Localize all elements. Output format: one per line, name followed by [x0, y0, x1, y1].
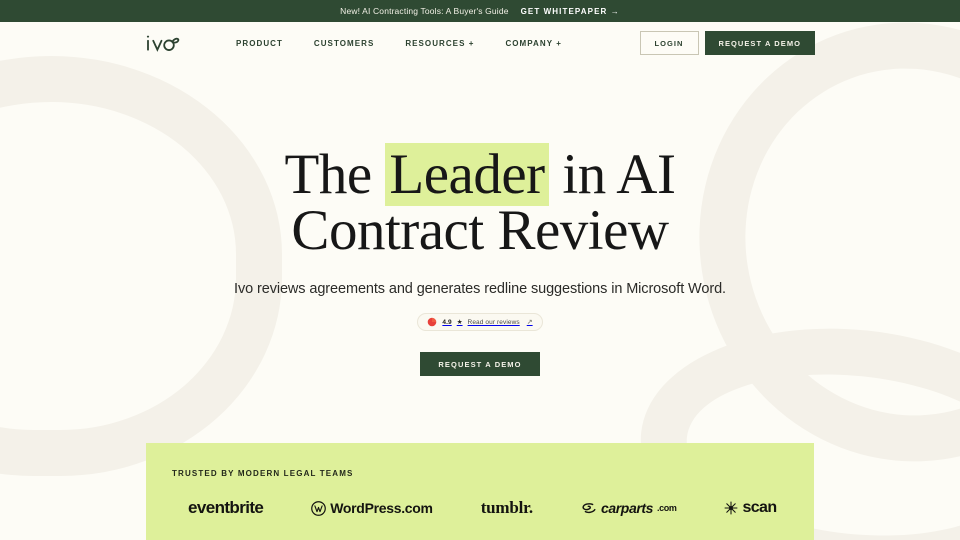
wordpress-icon — [311, 500, 327, 516]
headline-part-1: The — [284, 143, 386, 206]
nav-item-resources[interactable]: RESOURCES + — [405, 39, 474, 48]
main-navigation: PRODUCT CUSTOMERS RESOURCES + COMPANY + … — [0, 22, 960, 64]
rating-score: 4.9 — [442, 318, 452, 326]
announcement-text: New! AI Contracting Tools: A Buyer's Gui… — [340, 6, 509, 16]
get-whitepaper-link[interactable]: GET WHITEPAPER → — [521, 7, 620, 16]
ivo-logo-icon — [146, 35, 180, 52]
request-demo-button-hero[interactable]: REQUEST A DEMO — [420, 352, 540, 376]
carparts-icon — [582, 502, 596, 513]
nav-item-product[interactable]: PRODUCT — [236, 39, 283, 48]
logo-carparts-tld: .com — [657, 503, 677, 513]
trusted-by-section: TRUSTED BY MODERN LEGAL TEAMS eventbrite… — [146, 443, 814, 540]
g2-rating-badge[interactable]: 4.9 ★ Read our reviews ↗ — [417, 313, 543, 331]
page-title: The Leader in AI Contract Review — [0, 143, 960, 262]
ivo-logo[interactable] — [145, 31, 181, 55]
request-demo-button-nav[interactable]: REQUEST A DEMO — [704, 31, 815, 55]
hero-subheadline: Ivo reviews agreements and generates red… — [234, 281, 726, 297]
headline-part-2: in AI — [548, 143, 676, 206]
announcement-bar: New! AI Contracting Tools: A Buyer's Gui… — [0, 0, 960, 22]
page-root: New! AI Contracting Tools: A Buyer's Gui… — [0, 0, 960, 540]
nav-actions: LOGIN REQUEST A DEMO — [639, 31, 815, 55]
logo-tumblr: tumblr. — [480, 498, 533, 517]
external-link-arrow-icon: ↗ — [526, 319, 533, 326]
logo-wordpress-label: WordPress.com — [330, 500, 433, 516]
logo-carparts: carparts .com — [581, 500, 677, 516]
starburst-icon — [724, 501, 738, 515]
logo-eventbrite: eventbrite — [188, 498, 264, 517]
read-reviews-label: Read our reviews — [467, 318, 520, 326]
nav-links: PRODUCT CUSTOMERS RESOURCES + COMPANY + — [236, 39, 562, 48]
headline-highlight: Leader — [385, 143, 549, 206]
star-icon: ★ — [456, 319, 463, 326]
logo-scan-label: scan — [742, 499, 777, 516]
nav-item-company[interactable]: COMPANY + — [505, 39, 562, 48]
logo-carparts-label: carparts — [600, 500, 654, 516]
login-button[interactable]: LOGIN — [639, 31, 699, 55]
headline-line-2: Contract Review — [291, 199, 669, 262]
nav-item-customers[interactable]: CUSTOMERS — [314, 39, 374, 48]
trusted-by-title: TRUSTED BY MODERN LEGAL TEAMS — [172, 469, 354, 478]
g2-icon — [428, 317, 437, 327]
hero-section: The Leader in AI Contract Review Ivo rev… — [0, 64, 960, 376]
logo-wordpress: WordPress.com — [311, 500, 433, 516]
client-logo-row: eventbrite WordPress.com tumblr. carpart… — [146, 498, 814, 518]
logo-scan: scan — [724, 499, 777, 517]
